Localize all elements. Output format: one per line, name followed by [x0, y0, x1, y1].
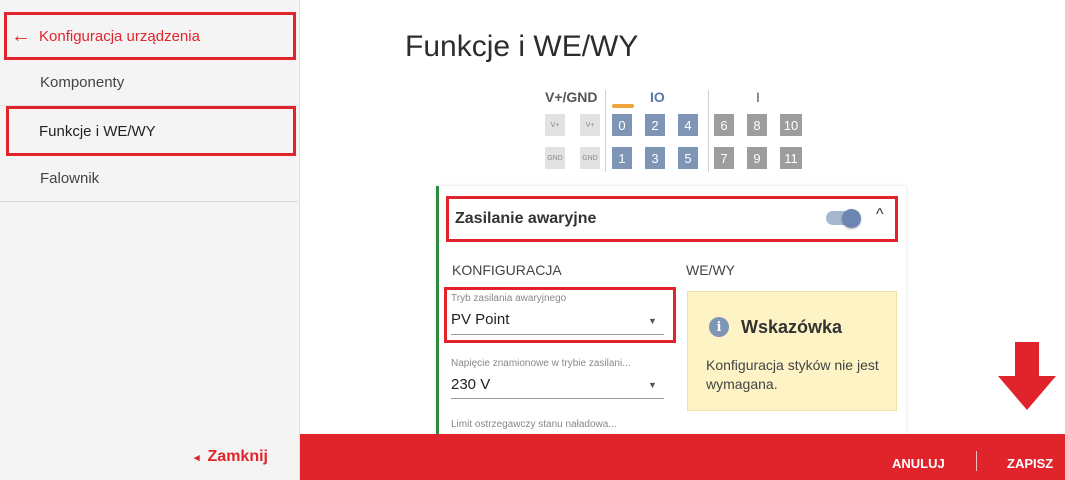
field-underline: [451, 334, 664, 335]
sidebar: ← Konfiguracja urządzenia Komponenty Fun…: [0, 0, 300, 480]
pin-input[interactable]: 7: [714, 147, 734, 169]
close-button[interactable]: ◂ Zamknij: [0, 434, 298, 480]
io-group-i: I: [756, 89, 760, 105]
sidebar-item-label: Funkcje i WE/WY: [39, 122, 156, 140]
backup-mode-select[interactable]: PV Point: [451, 311, 509, 328]
pin-vplus[interactable]: V+: [545, 114, 565, 136]
cancel-button[interactable]: ANULUJ: [892, 456, 945, 471]
pin-io[interactable]: 2: [645, 114, 665, 136]
sidebar-item-label: Komponenty: [40, 74, 125, 91]
page-title: Funkcje i WE/WY: [405, 30, 639, 63]
toggle-knob[interactable]: [842, 209, 861, 228]
pin-input[interactable]: 10: [780, 114, 802, 136]
pin-vplus[interactable]: V+: [580, 114, 600, 136]
section-io-label: WE/WY: [686, 262, 735, 278]
pin-io[interactable]: 3: [645, 147, 665, 169]
field-underline: [451, 398, 664, 399]
soc-warning-label: Limit ostrzegawczy stanu naładowa...: [451, 419, 617, 430]
info-icon: i: [709, 317, 729, 337]
pin-input[interactable]: 8: [747, 114, 767, 136]
pin-io[interactable]: 5: [678, 147, 698, 169]
pin-io[interactable]: 1: [612, 147, 632, 169]
pin-gnd[interactable]: GND: [545, 147, 565, 169]
arrow-left-icon: ←: [11, 25, 31, 47]
back-to-device-config[interactable]: ← Konfiguracja urządzenia: [4, 12, 296, 60]
io-divider: [605, 90, 606, 172]
chevron-up-icon[interactable]: ^: [876, 206, 884, 224]
pin-io[interactable]: 0: [612, 114, 632, 136]
section-config-label: KONFIGURACJA: [452, 262, 562, 278]
arrow-down-icon: [998, 342, 1056, 410]
pin-input[interactable]: 6: [714, 114, 734, 136]
sidebar-item-label: Falownik: [40, 170, 100, 187]
io-group-vgnd: V+/GND: [545, 89, 598, 105]
close-label: Zamknij: [207, 448, 268, 465]
sidebar-item-komponenty[interactable]: Komponenty: [0, 60, 298, 106]
dropdown-caret-icon[interactable]: ▼: [648, 380, 657, 390]
io-active-indicator: [612, 104, 634, 108]
dropdown-caret-icon[interactable]: ▼: [648, 316, 657, 326]
action-divider: [976, 451, 977, 471]
pin-io[interactable]: 4: [678, 114, 698, 136]
nominal-voltage-label: Napięcie znamionowe w trybie zasilani...: [451, 358, 631, 369]
hint-text: Konfiguracja styków nie jest wymagana.: [706, 357, 879, 392]
sidebar-item-funkcje[interactable]: Funkcje i WE/WY: [6, 106, 296, 156]
save-button[interactable]: ZAPISZ: [1007, 456, 1053, 471]
io-group-io: IO: [650, 89, 665, 105]
action-bar: [300, 434, 1065, 480]
back-label: Konfiguracja urządzenia: [39, 27, 200, 45]
nominal-voltage-select[interactable]: 230 V: [451, 376, 490, 393]
hint-title: Wskazówka: [741, 317, 843, 337]
chevron-left-icon: ◂: [194, 451, 200, 464]
pin-input[interactable]: 9: [747, 147, 767, 169]
card-title: Zasilanie awaryjne: [455, 210, 597, 227]
io-divider: [708, 90, 709, 172]
pin-input[interactable]: 11: [780, 147, 802, 169]
pin-gnd[interactable]: GND: [580, 147, 600, 169]
sidebar-item-falownik[interactable]: Falownik: [0, 156, 298, 202]
backup-mode-label: Tryb zasilania awaryjnego: [451, 293, 567, 304]
